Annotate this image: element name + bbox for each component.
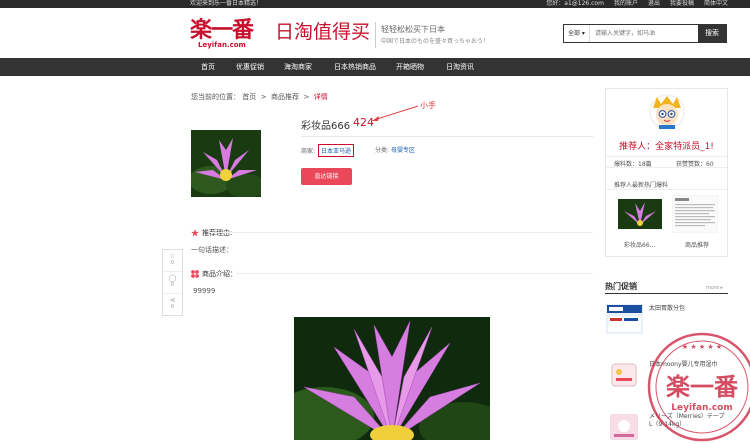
breadcrumb: 您当前的位置： 首页 > 商品推荐 > 详情 [191,93,328,101]
latest-post-caption-1[interactable]: 彩妆品66... [624,240,655,249]
latest-divider [606,189,727,190]
breadcrumb-home[interactable]: 首页 [242,93,256,101]
hot-promotions-title: 热门促销 [605,282,637,291]
logo-cn: 楽一番 [190,17,254,43]
intro-divider [236,273,593,274]
share-action[interactable]: ⋖ 0 [163,294,182,316]
language-selector[interactable]: 简体中文 [704,0,728,8]
product-image[interactable] [191,130,261,197]
comment-icon: ◯ [168,274,177,282]
reason-heading: 推荐理由: [191,228,232,238]
likes-count: 获赞赞数：60 [676,161,714,168]
direct-link-button[interactable]: 直达链接 [301,168,352,185]
breadcrumb-recommend[interactable]: 商品推荐 [271,93,299,101]
comment-count: 0 [170,282,175,288]
slogan-sub1: 轻轻松松买下日本 [381,25,445,34]
posts-count: 爆料数：18篇 [614,161,652,168]
svg-text:楽一番: 楽一番 [666,372,739,401]
grid-icon [191,270,199,278]
annotation-arrow-icon [372,105,419,121]
top-bar: 欢迎来到乐一番日本精选！ 您好：a1@126.com 我的账户 退出 我要投稿 … [0,0,750,8]
logout-link[interactable]: 退出 [648,0,660,8]
recommender-stats: 爆料数：18篇 获赞赞数：60 [606,156,727,168]
watermark-stamp: ★ ★ ★ ★ ★ 楽一番 Leyifan.com [647,332,750,442]
hot-item-thumb [606,304,643,334]
recommender-avatar[interactable] [649,94,685,130]
hot-more-link[interactable]: more ▸ [706,285,723,291]
recommender-card: 推荐人：全家特派员_1! 爆料数：18篇 获赞赞数：60 推荐人最新热门爆料 彩… [605,88,728,257]
nav-merchants[interactable]: 海淘商家 [268,58,328,76]
submit-link[interactable]: 我要投稿 [670,0,694,8]
favorite-action[interactable]: ☆ 0 [163,250,182,272]
latest-post-caption-2[interactable]: 商品推荐 [685,240,709,249]
star-outline-icon: ☆ [169,252,176,260]
merchant-row: 商家: 日本亚马逊 [301,144,355,157]
header: 楽一番 Leyifan.com 日淘值得买 轻轻松松买下日本 中国で日本のものを… [0,8,750,58]
logo-en: Leyifan.com [198,41,246,49]
user-email[interactable]: 您好：a1@126.com [546,0,604,8]
latest-post-thumb-1[interactable] [618,199,662,229]
nav-news[interactable]: 日淘资讯 [430,58,490,76]
reason-divider [210,232,593,233]
hot-divider [605,293,728,294]
site-logo[interactable]: 楽一番 Leyifan.com [190,19,268,51]
breadcrumb-current: 详情 [313,93,328,101]
annotation-label: 小手 [420,101,436,110]
latest-posts-title: 推荐人最新热门爆料 [614,182,669,189]
svg-text:Leyifan.com: Leyifan.com [671,403,733,413]
title-divider [301,136,593,137]
nav-hot-products[interactable]: 日本热销商品 [325,58,385,76]
search-input[interactable] [590,25,698,42]
hot-item-title: 太田胃散分包 [649,305,686,312]
search-button[interactable]: 搜索 [698,25,726,42]
recommender-name[interactable]: 推荐人：全家特派员_1! [606,139,727,152]
hot-item-thumb [606,360,643,390]
svg-text:★ ★ ★ ★ ★: ★ ★ ★ ★ ★ [682,343,722,351]
search-box: 全部 ▾ 搜索 [563,24,727,43]
merchant-link[interactable]: 日本亚马逊 [318,144,355,157]
slogan-sub2: 中国で日本のものを盛々買っちゃおう！ [381,38,490,45]
share-count: 0 [170,304,175,310]
comment-action[interactable]: ◯ 0 [163,272,182,294]
hot-item-thumb [606,412,643,442]
category-link[interactable]: 母婴专区 [391,147,415,154]
floating-action-bar: ☆ 0 ◯ 0 ⋖ 0 [162,249,183,316]
star-icon [191,229,199,237]
main-nav: 首页 优惠促销 海淘商家 日本热销商品 开箱晒物 日淘资讯 [0,58,750,76]
intro-heading: 商品介绍： [191,269,237,279]
product-title: 彩妆品666 [301,121,351,132]
search-scope-select[interactable]: 全部 ▾ [564,25,590,42]
reason-text: 一句话描述： [191,246,233,254]
top-links: 您好：a1@126.com 我的账户 退出 我要投稿 简体中文 [546,0,728,8]
share-icon: ⋖ [169,296,176,304]
latest-post-thumb-2[interactable] [672,195,718,233]
favorite-count: 0 [170,260,175,266]
intro-text: 99999 [193,287,216,295]
category-row: 分类: 母婴专区 [375,147,415,154]
product-detail-image [294,317,490,440]
slogan-divider [375,22,376,48]
welcome-text: 欢迎来到乐一番日本精选！ [190,0,263,7]
slogan: 日淘值得买 [275,21,371,43]
my-account-link[interactable]: 我的账户 [614,0,638,8]
